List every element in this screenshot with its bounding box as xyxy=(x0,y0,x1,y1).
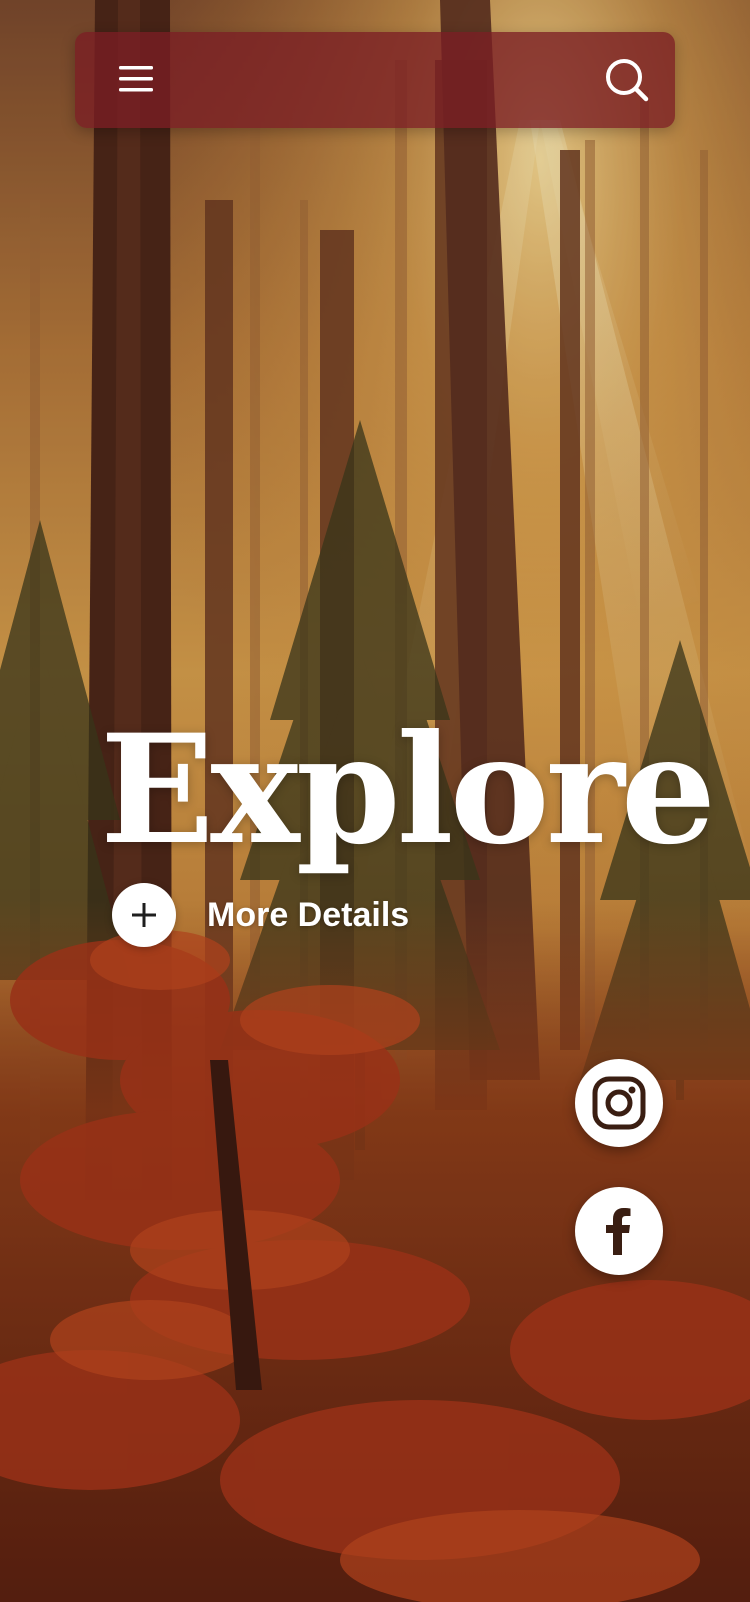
menu-button[interactable] xyxy=(113,58,157,102)
instagram-icon xyxy=(592,1076,646,1130)
app-screen: Explore More Details xyxy=(0,0,750,1602)
hero-title: Explore xyxy=(100,702,716,878)
instagram-button[interactable] xyxy=(575,1059,663,1147)
plus-circle xyxy=(112,883,176,947)
facebook-icon xyxy=(606,1208,631,1255)
more-details-label: More Details xyxy=(207,895,410,934)
facebook-button[interactable] xyxy=(575,1187,663,1275)
top-navigation-bar xyxy=(75,32,675,128)
search-button[interactable] xyxy=(601,54,653,106)
search-icon xyxy=(606,59,649,102)
plus-icon xyxy=(132,903,156,927)
hamburger-menu-icon xyxy=(119,66,153,92)
more-details-button[interactable]: More Details xyxy=(112,883,409,947)
